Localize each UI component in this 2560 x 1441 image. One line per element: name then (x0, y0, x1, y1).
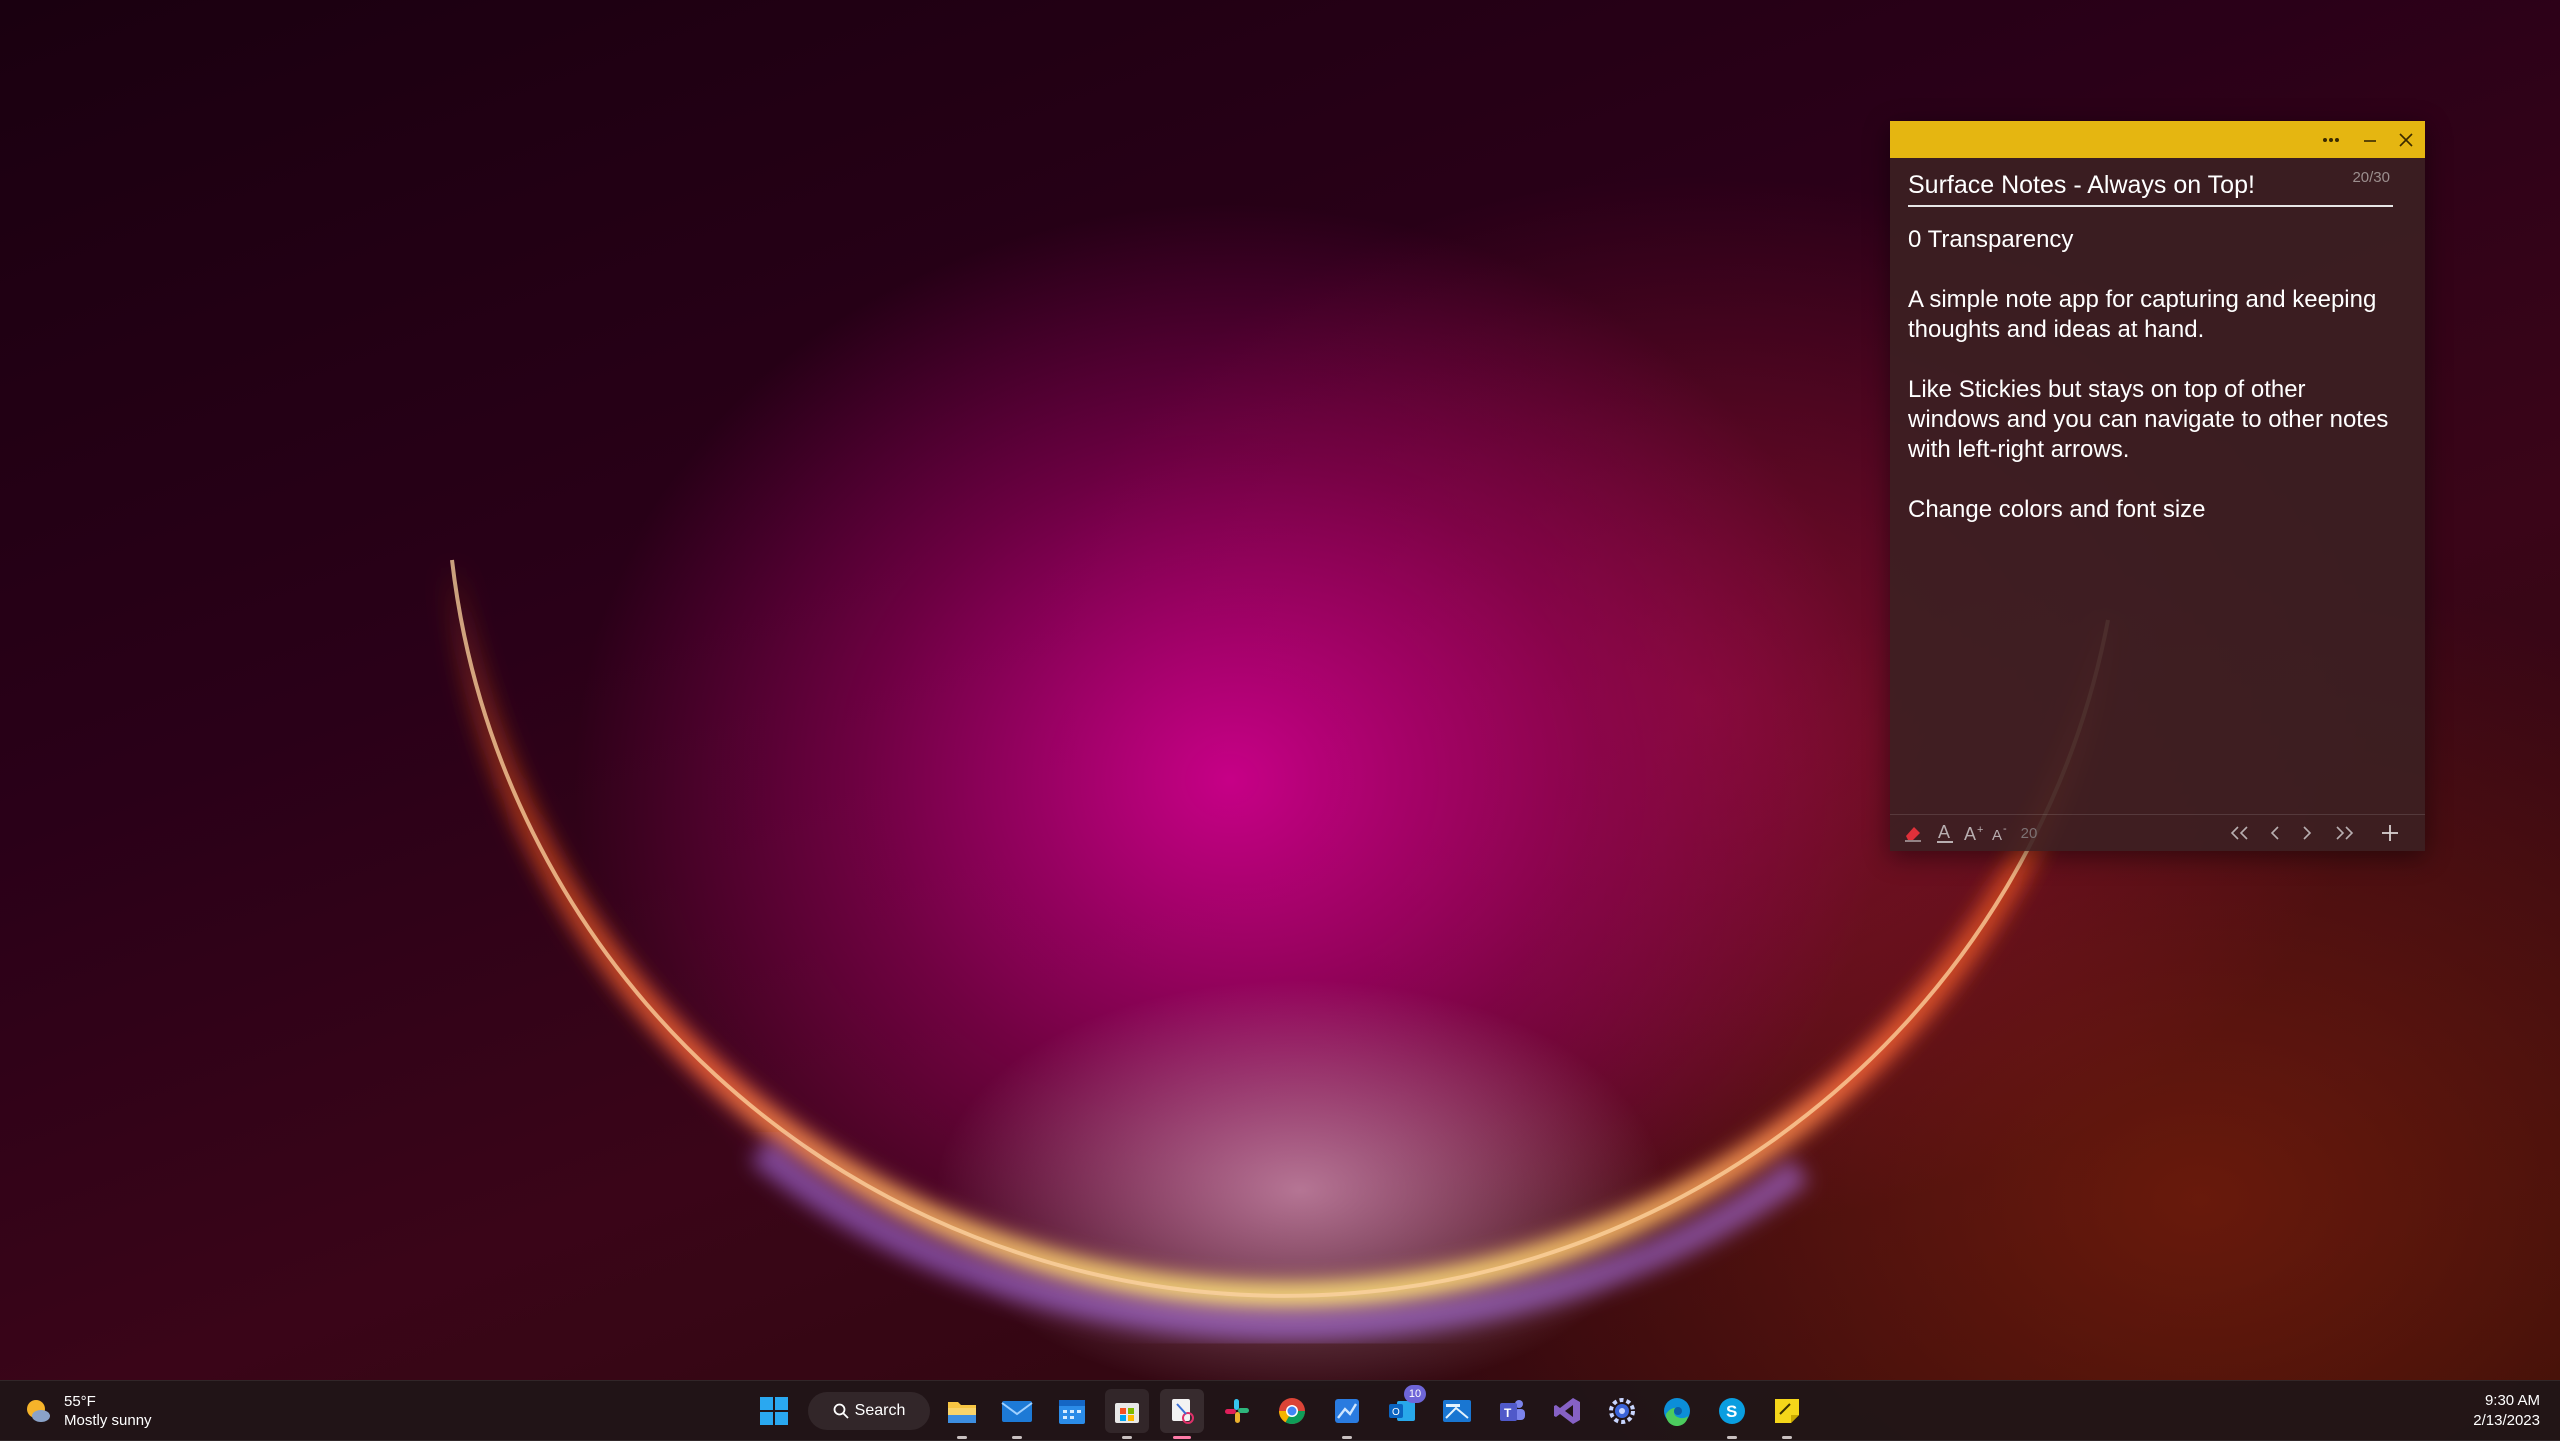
note-titlebar[interactable] (1890, 121, 2425, 158)
svg-text:-: - (2003, 823, 2007, 835)
snipping-tool-icon[interactable] (1160, 1389, 1204, 1439)
taskbar: 55°F Mostly sunny Search O 10 T S 9:30 A… (0, 1380, 2560, 1441)
microsoft-store-icon[interactable] (1105, 1389, 1149, 1439)
calendar-icon[interactable] (1050, 1389, 1094, 1433)
note-body-text[interactable]: 0 Transparency A simple note app for cap… (1908, 225, 2398, 555)
svg-text:A: A (1992, 827, 2002, 843)
mail-alt-icon[interactable] (1435, 1389, 1479, 1433)
weather-widget[interactable]: 55°F Mostly sunny (24, 1391, 152, 1431)
settings-icon[interactable] (1600, 1389, 1644, 1433)
file-explorer-icon[interactable] (940, 1389, 984, 1439)
note-paragraph: Like Stickies but stays on top of other … (1908, 376, 2389, 463)
visual-studio-icon[interactable] (1545, 1389, 1589, 1433)
windows-logo-icon (760, 1397, 788, 1425)
weather-temp: 55°F (64, 1393, 96, 1410)
search-icon (833, 1403, 849, 1419)
weather-condition: Mostly sunny (64, 1412, 152, 1429)
note-paragraph: 0 Transparency (1908, 226, 2074, 253)
eraser-icon[interactable] (1898, 815, 1928, 851)
minimize-icon[interactable] (2351, 121, 2389, 158)
clock-date: 2/13/2023 (2473, 1412, 2540, 1429)
mail-icon[interactable] (995, 1389, 1039, 1439)
sticky-note-window[interactable]: 20/30 Surface Notes - Always on Top! 0 T… (1890, 121, 2425, 851)
outlook-badge: 10 (1404, 1385, 1426, 1403)
svg-text:A: A (1938, 822, 1950, 842)
taskbar-search[interactable]: Search (808, 1392, 930, 1430)
add-note-icon[interactable] (2372, 815, 2408, 851)
note-title-input[interactable]: Surface Notes - Always on Top! (1908, 171, 2393, 207)
note-toolbar: A A + A- 20 (1890, 814, 2425, 851)
next-note-icon[interactable] (2292, 815, 2322, 851)
system-clock[interactable]: 9:30 AM 2/13/2023 (2473, 1391, 2540, 1431)
chrome-icon[interactable] (1270, 1389, 1314, 1433)
slack-icon[interactable] (1215, 1389, 1259, 1433)
svg-text:+: + (1977, 824, 1983, 836)
last-note-icon[interactable] (2326, 815, 2362, 851)
sun-cloud-icon (24, 1397, 52, 1425)
skype-icon[interactable]: S (1710, 1389, 1754, 1439)
svg-text:A: A (1964, 824, 1976, 843)
svg-text:T: T (1504, 1406, 1512, 1420)
svg-text:S: S (1726, 1402, 1737, 1421)
first-note-icon[interactable] (2222, 815, 2258, 851)
font-increase-icon[interactable]: A + (1960, 815, 1988, 851)
close-icon[interactable] (2387, 121, 2425, 158)
edge-icon[interactable] (1655, 1389, 1699, 1433)
teams-icon[interactable]: T (1490, 1389, 1534, 1433)
sticky-notes-icon[interactable] (1765, 1389, 1809, 1439)
font-size-label: 20 (2020, 824, 2038, 842)
note-paragraph: Change colors and font size (1908, 496, 2206, 523)
svg-text:O: O (1392, 1407, 1400, 1418)
photos-icon[interactable] (1325, 1389, 1369, 1439)
outlook-icon[interactable]: O 10 (1380, 1385, 1426, 1433)
prev-note-icon[interactable] (2260, 815, 2290, 851)
more-icon[interactable] (2312, 121, 2350, 158)
note-paragraph: A simple note app for capturing and keep… (1908, 286, 2377, 343)
search-label: Search (854, 1402, 906, 1419)
clock-time: 9:30 AM (2484, 1392, 2540, 1409)
font-decrease-icon[interactable]: A- (1988, 815, 2014, 851)
text-color-icon[interactable]: A (1930, 815, 1960, 851)
start-button[interactable] (752, 1389, 796, 1433)
